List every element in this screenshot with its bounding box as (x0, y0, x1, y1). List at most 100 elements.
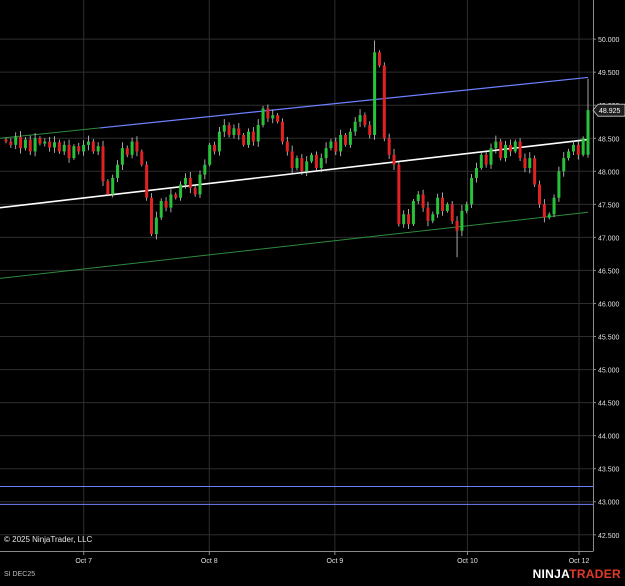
candle-body (348, 131, 352, 145)
candle-body (67, 144, 71, 159)
candle-body (174, 194, 178, 198)
candle-body (101, 146, 105, 182)
candle-body (504, 144, 508, 159)
candle-body (91, 141, 95, 152)
candle-body (542, 204, 546, 218)
x-tick-label: Oct 8 (201, 558, 218, 565)
candle-body (295, 158, 299, 168)
trendline-lower-channel (0, 211, 589, 279)
y-tick-label: 47.500 (598, 202, 620, 209)
candle-body (387, 138, 391, 155)
candle-body (57, 142, 61, 152)
x-tick-label: Oct 12 (569, 558, 590, 565)
candle-body (82, 144, 86, 152)
y-tick-label: 43.000 (598, 500, 620, 507)
candle-body (227, 125, 231, 135)
candle-body (411, 201, 415, 225)
candle-body (125, 148, 129, 155)
candle-body (149, 197, 154, 235)
candle-body (154, 217, 158, 235)
chart-panel[interactable]: 50.00049.50049.00048.50048.00047.50047.0… (0, 0, 625, 581)
candle-body (120, 148, 124, 165)
candle-body (479, 154, 483, 168)
instrument-label: SI DEC25 (4, 571, 36, 578)
candle-body (508, 144, 512, 152)
y-tick-label: 49.500 (598, 70, 620, 77)
candle-body (571, 144, 575, 152)
candle-body (276, 115, 280, 122)
trendline-upper-left (0, 127, 101, 139)
candle-body (576, 144, 580, 155)
candle-body (368, 125, 372, 135)
candle-body (586, 110, 590, 155)
candle-body (159, 201, 163, 218)
candle-body (455, 220, 459, 231)
candle-body (14, 136, 18, 145)
candle-body (96, 146, 100, 152)
price-chart[interactable]: 50.00049.50049.00048.50048.00047.50047.0… (0, 0, 625, 581)
candle-body (48, 141, 52, 148)
candle-body (38, 138, 42, 144)
x-tick-label: Oct 10 (457, 558, 478, 565)
logo-main: NINJA (532, 567, 570, 581)
y-tick-label: 42.500 (598, 533, 620, 540)
candle-body (217, 131, 221, 152)
current-price-label: 48.925 (599, 108, 621, 115)
candle-body (9, 141, 13, 145)
candle-body (523, 158, 527, 168)
candle-body (392, 154, 396, 165)
candle-body (465, 204, 469, 211)
candle-body (183, 177, 187, 185)
candle-body (213, 144, 217, 152)
candle-body (373, 52, 377, 135)
candle-body (169, 194, 173, 208)
candle-body (518, 141, 522, 159)
candle-body (164, 201, 168, 208)
x-tick-label: Oct 9 (327, 558, 344, 565)
candle-body (407, 214, 411, 225)
candle-body (261, 108, 265, 126)
candle-body (222, 125, 226, 132)
candle-body (343, 134, 348, 145)
price-axis-panel (593, 0, 625, 581)
candle-body (358, 115, 362, 122)
candle-body (334, 141, 338, 152)
candle-body (416, 194, 420, 202)
candle-body (474, 168, 478, 178)
candle-body (528, 158, 532, 168)
candle-body (397, 164, 401, 225)
candle-body (188, 177, 192, 188)
y-tick-label: 46.500 (598, 268, 620, 275)
candle-body (4, 139, 8, 142)
candle-body (440, 197, 445, 211)
candle-body (271, 115, 275, 119)
candle-body (513, 141, 517, 152)
candle-body (246, 131, 251, 145)
candle-body (319, 158, 323, 168)
candle-body (86, 141, 90, 145)
logo-accent: TRADER (569, 567, 621, 581)
candle-body (324, 148, 328, 159)
candle-body (450, 204, 454, 221)
ninjatrader-logo: NINJATRADER (533, 567, 621, 581)
candle-body (494, 141, 498, 149)
candle-body (116, 164, 120, 178)
y-tick-label: 50.000 (598, 37, 620, 44)
candle-body (43, 141, 47, 144)
candle-body (33, 138, 37, 152)
y-tick-label: 46.000 (598, 301, 620, 308)
candle-body (72, 146, 76, 159)
candle-body (140, 151, 144, 165)
candle-body (445, 204, 449, 211)
candle-body (329, 141, 333, 149)
candle-body (198, 174, 202, 195)
candle-body (145, 164, 149, 198)
candle-body (547, 214, 551, 218)
candle-body (339, 134, 343, 152)
candle-body (567, 151, 571, 159)
candle-body (552, 197, 556, 215)
y-tick-label: 43.500 (598, 467, 620, 474)
candle-body (208, 144, 212, 165)
y-tick-label: 45.000 (598, 368, 620, 375)
candle-body (111, 177, 115, 195)
